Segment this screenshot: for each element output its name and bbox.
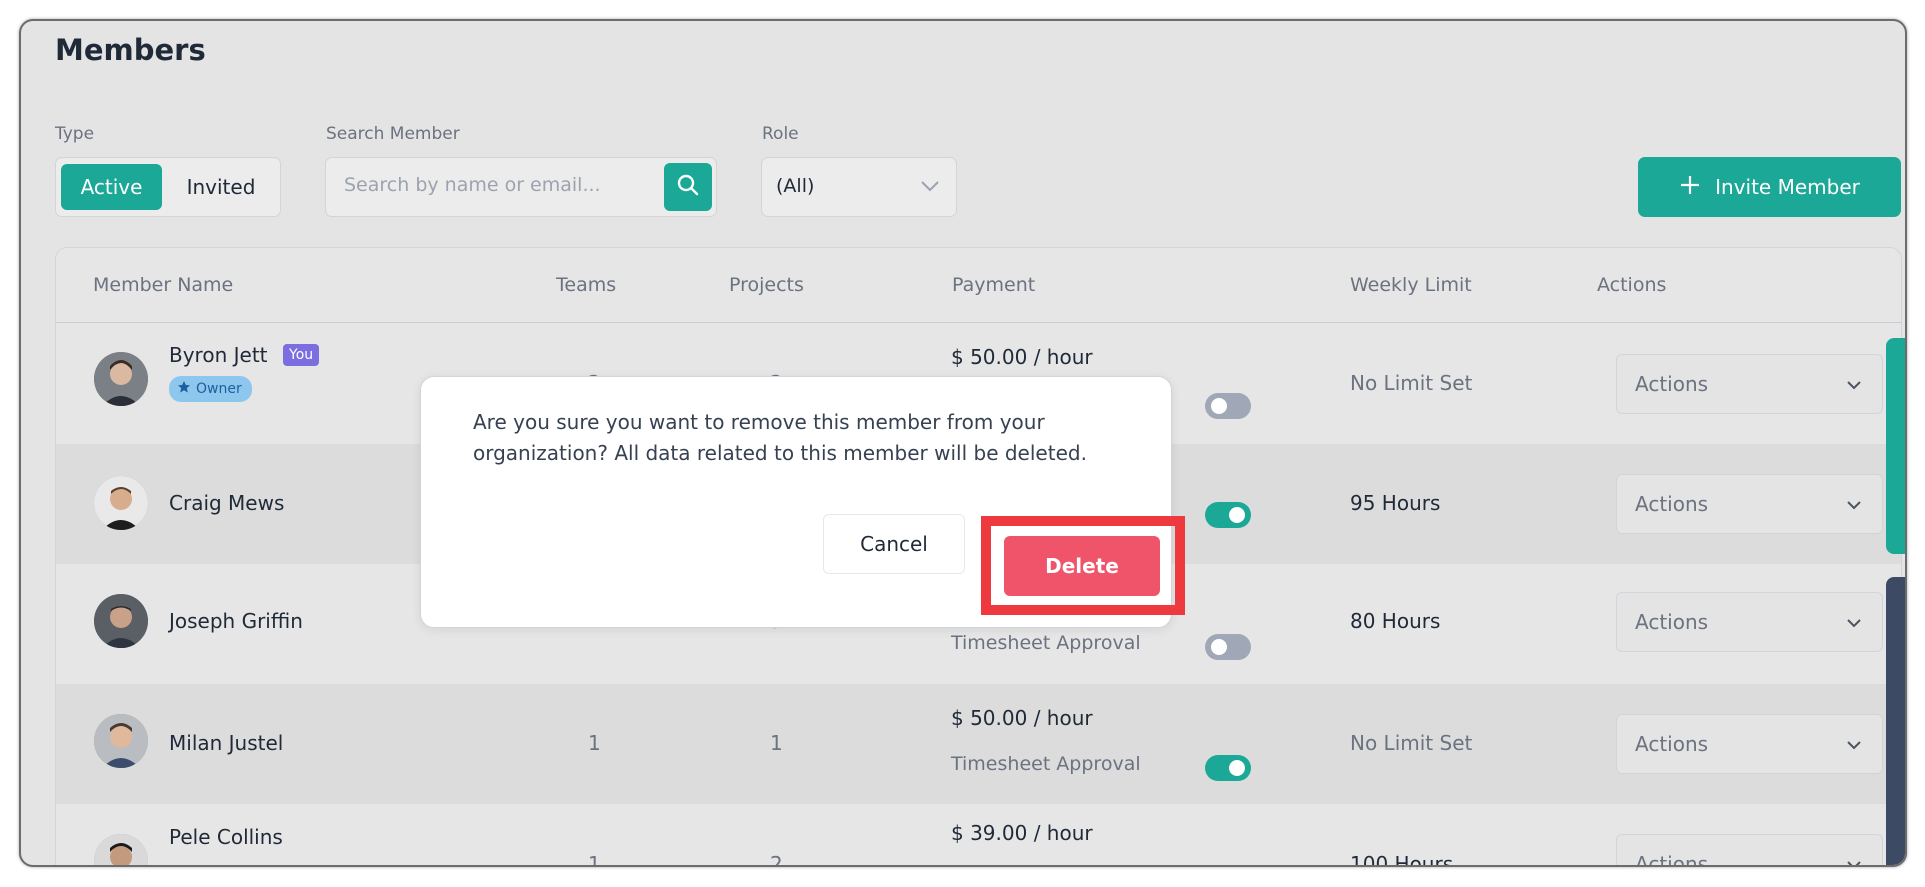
owner-badge-label: Owner (196, 381, 242, 397)
column-member-name: Member Name (93, 274, 234, 296)
timesheet-approval-toggle[interactable] (1205, 502, 1251, 528)
chevron-down-icon (920, 178, 940, 197)
payment-rate: $ 50.00 / hour (951, 706, 1093, 730)
search-member-label: Search Member (326, 124, 460, 144)
plus-icon (1679, 174, 1701, 201)
role-select[interactable]: (All) (761, 157, 957, 217)
star-icon (177, 380, 191, 398)
weekly-limit: 95 Hours (1350, 491, 1441, 515)
actions-label: Actions (1635, 372, 1709, 396)
chevron-down-icon (1846, 856, 1862, 865)
weekly-limit: No Limit Set (1350, 371, 1473, 395)
chevron-down-icon (1846, 376, 1862, 395)
search-icon (676, 173, 700, 201)
column-payment: Payment (952, 274, 1036, 296)
delete-button[interactable]: Delete (1004, 536, 1160, 596)
actions-dropdown[interactable]: Actions (1616, 354, 1883, 414)
search-input[interactable] (344, 174, 644, 196)
projects-count: 1 (770, 731, 783, 755)
table-row: Pele Collins 1 2 $ 39.00 / hour 100 Hour… (56, 804, 1901, 867)
teams-count: 1 (588, 731, 601, 755)
table-header: Member Name Teams Projects Payment Weekl… (56, 248, 1901, 323)
invite-member-button[interactable]: Invite Member (1638, 157, 1901, 217)
chevron-down-icon (1846, 614, 1862, 633)
member-name: Pele Collins (169, 825, 283, 849)
teams-count: 1 (588, 852, 601, 867)
actions-dropdown[interactable]: Actions (1616, 592, 1883, 652)
search-box (325, 157, 717, 217)
invite-member-label: Invite Member (1715, 175, 1860, 199)
dialog-message: Are you sure you want to remove this mem… (473, 410, 1087, 465)
avatar (94, 476, 148, 530)
projects-count: 2 (770, 852, 783, 867)
role-value: (All) (776, 175, 815, 197)
timesheet-approval-label: Timesheet Approval (951, 632, 1141, 654)
actions-dropdown[interactable]: Actions (1616, 834, 1883, 867)
member-name: Milan Justel (169, 731, 284, 755)
search-button[interactable] (664, 163, 712, 211)
avatar (94, 714, 148, 768)
avatar (94, 352, 148, 406)
chevron-down-icon (1846, 496, 1862, 515)
chevron-down-icon (1846, 736, 1862, 755)
timesheet-approval-toggle[interactable] (1205, 634, 1251, 660)
weekly-limit: 80 Hours (1350, 609, 1441, 633)
avatar (94, 834, 148, 865)
column-projects: Projects (729, 274, 804, 296)
role-label: Role (762, 124, 799, 144)
actions-dropdown[interactable]: Actions (1616, 474, 1883, 534)
avatar (94, 594, 148, 648)
payment-rate: $ 50.00 / hour (951, 345, 1093, 369)
member-name: Byron Jett (169, 343, 268, 367)
type-invited-tab[interactable]: Invited (168, 164, 274, 210)
type-filter-label: Type (55, 124, 95, 144)
actions-label: Actions (1635, 492, 1709, 516)
type-active-tab[interactable]: Active (61, 164, 162, 210)
member-name: Craig Mews (169, 491, 285, 515)
type-toggle: Active Invited (55, 157, 281, 217)
column-weekly-limit: Weekly Limit (1350, 274, 1472, 296)
actions-dropdown[interactable]: Actions (1616, 714, 1883, 774)
payment-rate: $ 39.00 / hour (951, 821, 1093, 845)
timesheet-approval-toggle[interactable] (1205, 393, 1251, 419)
weekly-limit: No Limit Set (1350, 731, 1473, 755)
you-badge: You (283, 344, 320, 366)
actions-label: Actions (1635, 610, 1709, 634)
table-row: Milan Justel 1 1 $ 50.00 / hour Timeshee… (56, 684, 1901, 804)
timesheet-approval-toggle[interactable] (1205, 755, 1251, 781)
column-actions: Actions (1597, 274, 1667, 296)
weekly-limit: 100 Hours (1350, 852, 1454, 867)
timesheet-approval-label: Timesheet Approval (951, 753, 1141, 775)
column-teams: Teams (556, 274, 617, 296)
actions-label: Actions (1635, 852, 1709, 867)
cancel-button[interactable]: Cancel (823, 514, 965, 574)
member-name: Joseph Griffin (169, 609, 303, 633)
actions-label: Actions (1635, 732, 1709, 756)
page-title: Members (55, 33, 206, 67)
owner-badge: Owner (169, 376, 252, 402)
side-tab-dark[interactable] (1886, 577, 1905, 865)
side-tab-teal[interactable] (1886, 338, 1905, 554)
